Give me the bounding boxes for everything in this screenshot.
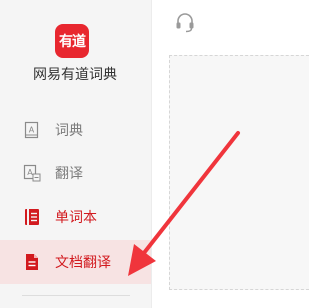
- main-content: [153, 0, 309, 308]
- app-name: 网易有道词典: [33, 67, 117, 83]
- app-logo: 有道: [55, 24, 89, 58]
- sidebar-item-label: 文档翻译: [55, 255, 111, 271]
- svg-text:A: A: [27, 168, 33, 177]
- headset-icon[interactable]: [175, 12, 195, 34]
- document-icon: [23, 253, 41, 271]
- sidebar-item-label: 词典: [55, 123, 83, 139]
- sidebar-item-translate[interactable]: A 翻译: [0, 153, 151, 193]
- sidebar: 有道 网易有道词典 A 词典 A 翻译 单词本 文档翻译: [0, 0, 152, 308]
- document-drop-area[interactable]: [169, 55, 309, 290]
- app-logo-text: 有道: [59, 34, 86, 50]
- sidebar-item-label: 翻译: [55, 166, 83, 182]
- dictionary-icon: A: [23, 121, 41, 139]
- wordbook-icon: [23, 208, 41, 226]
- svg-text:A: A: [29, 126, 35, 135]
- sidebar-divider: [22, 295, 130, 296]
- sidebar-item-dictionary[interactable]: A 词典: [0, 110, 151, 150]
- sidebar-item-wordbook[interactable]: 单词本: [0, 197, 151, 237]
- translate-icon: A: [23, 164, 41, 182]
- sidebar-item-document-translate[interactable]: 文档翻译: [0, 240, 151, 284]
- sidebar-item-label: 单词本: [55, 210, 97, 226]
